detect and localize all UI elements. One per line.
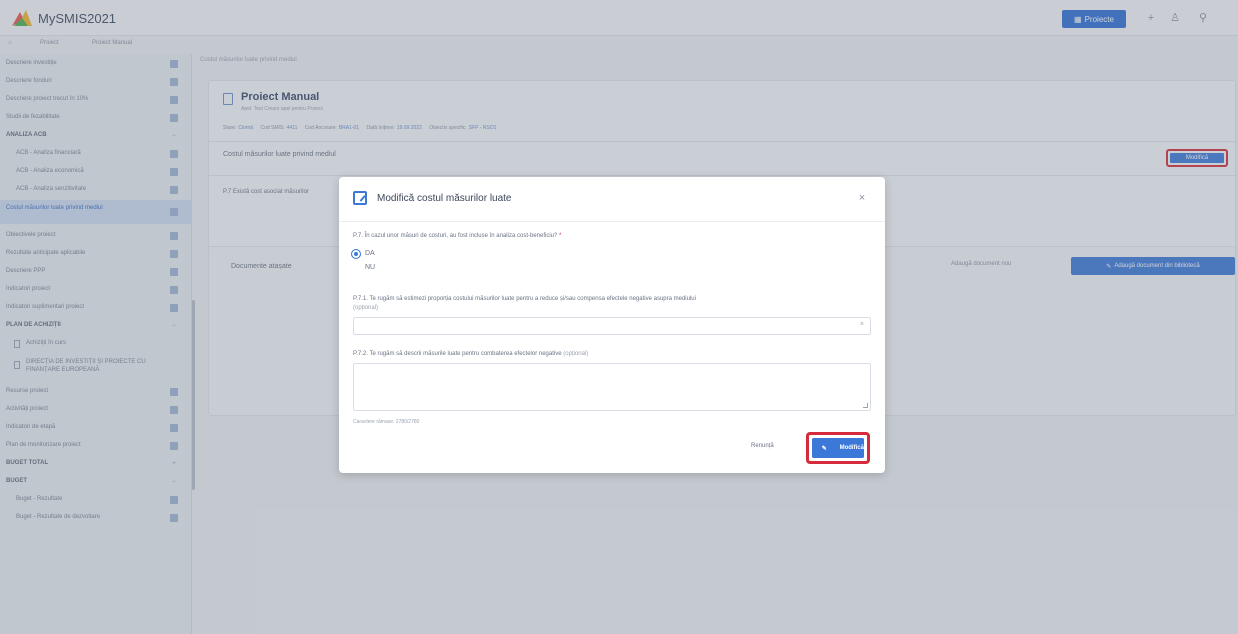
radio-yes[interactable]	[351, 249, 361, 259]
modify-cost-dialog: Modifică costul măsurilor luate × P.7. Î…	[339, 177, 885, 473]
submit-modify-button[interactable]: ✎ Modifică	[806, 432, 870, 464]
question-p71: P.7.1. Te rugăm să estimezi proporția co…	[353, 295, 873, 313]
resize-handle-icon[interactable]	[863, 403, 868, 408]
submit-modify-label: Modifică	[839, 438, 864, 458]
edit-icon: ✎	[812, 438, 837, 458]
question-p7-text: P.7. În cazul unor măsuri de costuri, au…	[353, 233, 558, 239]
question-p71-text: P.7.1. Te rugăm să estimezi proporția co…	[353, 296, 696, 302]
optional-marker: (opțional)	[353, 305, 379, 311]
question-p72-text: P.7.2. Te rugăm să descrii măsurile luat…	[353, 351, 562, 357]
measures-description-textarea[interactable]	[353, 363, 871, 411]
dialog-title: Modifică costul măsurilor luate	[377, 193, 512, 204]
radio-no-label[interactable]: NU	[365, 264, 375, 271]
clear-icon[interactable]: ×	[860, 321, 864, 328]
character-counter: Caractere rămase: 2780/2780	[353, 419, 420, 425]
question-p7: P.7. În cazul unor măsuri de costuri, au…	[353, 233, 561, 239]
required-marker: *	[559, 233, 562, 239]
cost-proportion-select[interactable]: ×	[353, 317, 871, 335]
cancel-button[interactable]: Renunță	[751, 443, 774, 449]
dialog-divider	[339, 221, 885, 222]
question-p72: P.7.2. Te rugăm să descrii măsurile luat…	[353, 351, 588, 357]
submit-modify-inner: ✎ Modifică	[812, 438, 864, 458]
close-icon[interactable]: ×	[855, 191, 869, 205]
edit-icon	[353, 191, 367, 205]
optional-marker: (opțional)	[563, 351, 589, 357]
radio-yes-label[interactable]: DA	[365, 250, 375, 257]
